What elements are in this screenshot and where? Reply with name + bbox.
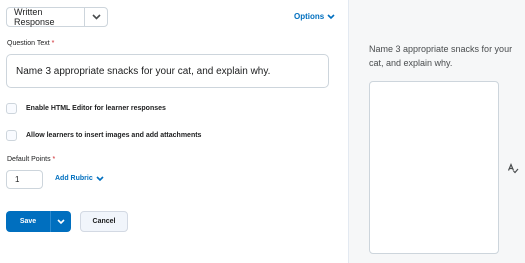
question-type-select[interactable]: Written Response bbox=[6, 7, 108, 27]
editor-panel: Written Response Options Question Text *… bbox=[0, 0, 348, 263]
question-text-label: Question Text * bbox=[7, 40, 55, 47]
allow-attachments-option[interactable]: Allow learners to insert images and add … bbox=[6, 130, 201, 141]
cancel-button[interactable]: Cancel bbox=[80, 211, 128, 232]
options-link[interactable]: Options bbox=[294, 12, 335, 21]
enable-html-editor-option[interactable]: Enable HTML Editor for learner responses bbox=[6, 103, 166, 114]
chevron-down-icon bbox=[327, 13, 335, 19]
add-rubric-link[interactable]: Add Rubric bbox=[55, 175, 104, 182]
default-points-label: Default Points * bbox=[7, 156, 56, 163]
preview-response-textarea[interactable] bbox=[369, 81, 499, 254]
chevron-down-icon[interactable] bbox=[85, 14, 107, 20]
save-button[interactable]: Save bbox=[6, 211, 71, 232]
default-points-value: 1 bbox=[15, 175, 20, 184]
question-type-value: Written Response bbox=[14, 7, 55, 27]
chevron-down-icon[interactable] bbox=[51, 218, 71, 225]
question-text-value: Name 3 appropriate snacks for your cat, … bbox=[16, 65, 271, 77]
enable-html-editor-checkbox[interactable] bbox=[6, 103, 17, 114]
add-rubric-label: Add Rubric bbox=[55, 175, 93, 182]
preview-question-text: Name 3 appropriate snacks for your cat, … bbox=[369, 44, 513, 68]
allow-attachments-label: Allow learners to insert images and add … bbox=[26, 132, 202, 139]
save-label: Save bbox=[19, 218, 37, 225]
options-label: Options bbox=[294, 12, 325, 21]
chevron-down-icon bbox=[96, 175, 104, 181]
required-marker: * bbox=[52, 156, 56, 163]
spell-check-icon[interactable] bbox=[507, 161, 519, 179]
default-points-input[interactable]: 1 bbox=[6, 170, 43, 189]
preview-panel: Name 3 appropriate snacks for your cat, … bbox=[348, 0, 525, 263]
allow-attachments-checkbox[interactable] bbox=[6, 130, 17, 141]
question-text-input[interactable]: Name 3 appropriate snacks for your cat, … bbox=[6, 54, 329, 88]
required-marker: * bbox=[51, 40, 55, 47]
enable-html-editor-label: Enable HTML Editor for learner responses bbox=[26, 105, 166, 112]
